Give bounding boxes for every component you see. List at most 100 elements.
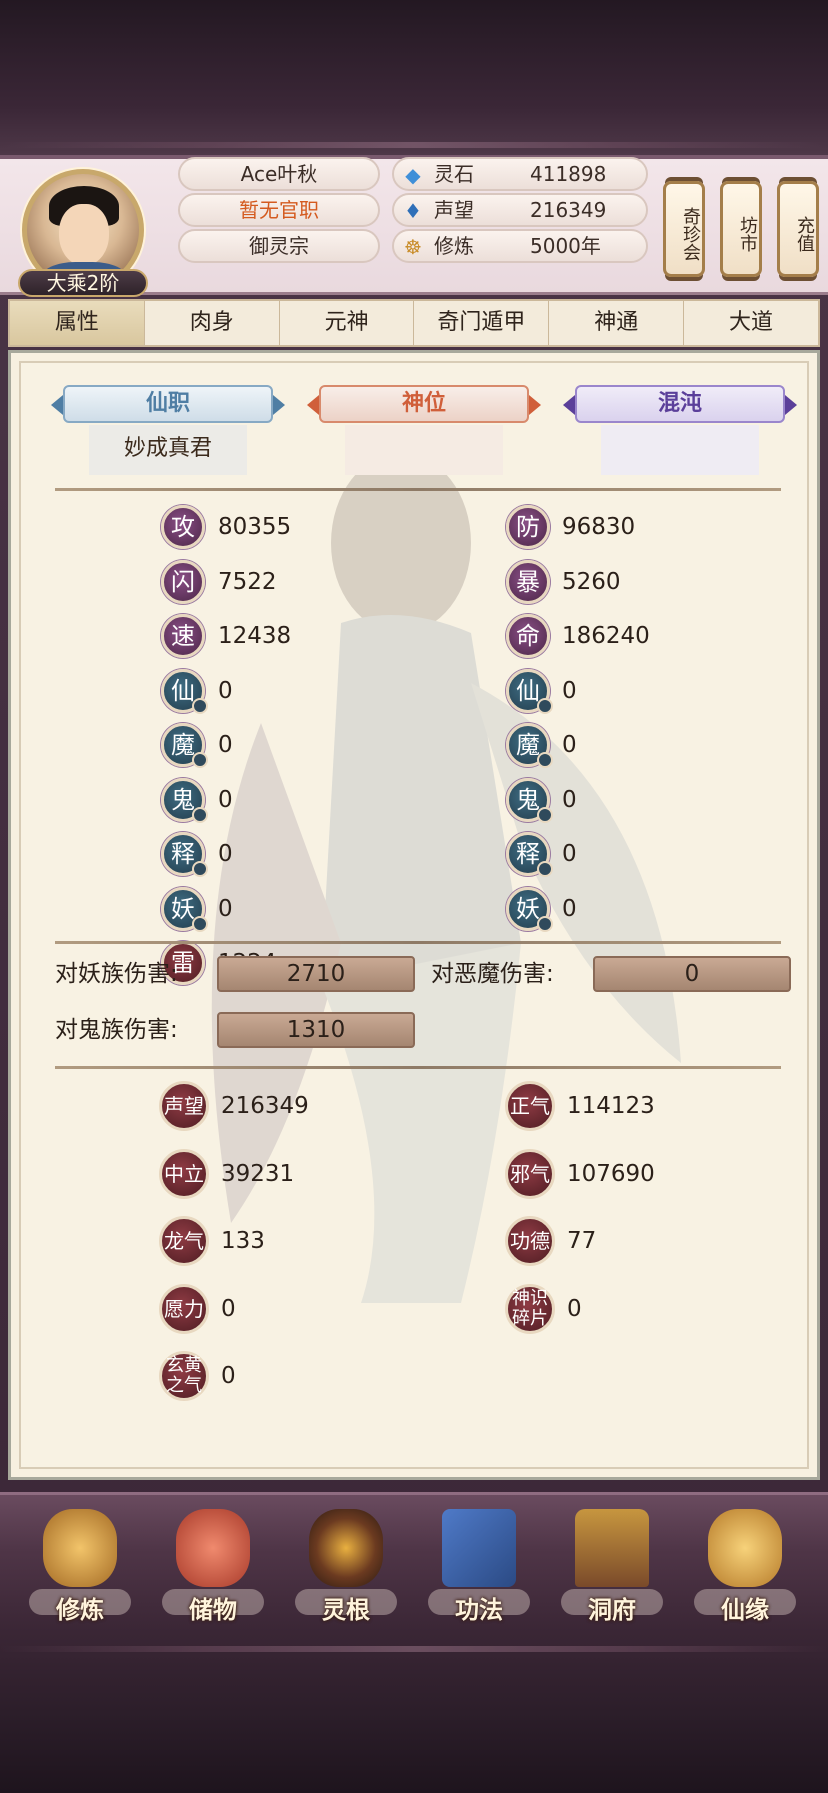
official-title[interactable]: 暂无官职 [178,193,380,227]
tab-qimen[interactable]: 奇门遁甲 [414,301,550,345]
nav-storage[interactable]: 储物 [158,1509,268,1629]
stat-icon[interactable]: 防 [506,505,550,549]
tab-dao[interactable]: 大道 [684,301,818,345]
stat-value: 80355 [218,514,292,540]
stat-icon[interactable]: 暴 [506,559,550,604]
stat-icon[interactable]: 魔 [161,723,208,768]
stat-icon[interactable]: 仙 [506,668,553,714]
section-divider-1 [55,488,781,491]
recharge-button[interactable]: 充值 [777,181,819,277]
damage-vs-gui-label: 对鬼族伤害: [55,1017,178,1043]
spirit-stone-value: 411898 [530,162,607,186]
stat-value: 0 [218,732,233,758]
stat-icon[interactable]: 鬼 [161,777,208,823]
stat-sub-badge-icon [537,752,553,768]
reputation-icon-badge[interactable]: 功德 [505,1216,555,1266]
reputation-value: 0 [221,1363,236,1389]
stat-sub-badge-icon [537,915,553,932]
reputation-icon-badge[interactable]: 声望 [159,1081,209,1131]
stat-value: 0 [218,786,233,813]
stat-icon[interactable]: 释 [161,832,208,877]
stat-sub-badge-icon [192,915,208,932]
treasure-auction-button[interactable]: 奇珍会 [663,181,705,277]
tab-attributes[interactable]: 属性 [10,301,145,345]
stat-icon[interactable]: 妖 [506,886,553,932]
nav-cultivate[interactable]: 修炼 [25,1509,135,1629]
nav-storage-label: 储物 [189,1596,237,1624]
stat-value: 0 [218,677,233,704]
reputation-icon: ♦ [404,199,422,223]
attributes-panel: 仙职 神位 混沌 妙成真君 攻 80355 闪 7522 速 12438 仙 0 魔 0 鬼 0 释 0 妖… [8,350,820,1480]
spirit-stone-pill: ◆ 灵石 411898 [392,157,648,191]
stat-value: 0 [562,841,577,867]
player-name: Ace叶秋 [178,157,380,191]
hundun-banner: 混沌 [563,385,797,423]
stat-value: 0 [562,677,577,704]
nav-techniques[interactable]: 功法 [424,1509,534,1629]
nav-spirit-root-label: 灵根 [322,1596,370,1624]
nav-fate[interactable]: 仙缘 [690,1509,800,1629]
stat-icon[interactable]: 释 [506,832,553,877]
reputation-value: 133 [221,1228,265,1254]
stat-sub-badge-icon [537,806,553,823]
shenwei-slot[interactable] [345,425,503,475]
shenwei-banner: 神位 [307,385,541,423]
spirit-stone-label: 灵石 [434,162,474,186]
stat-sub-badge-icon [537,861,553,877]
reputation-icon-badge[interactable]: 中立 [159,1148,209,1199]
stat-icon[interactable]: 速 [161,614,205,658]
stat-sub-badge-icon [537,697,553,714]
nav-spirit-root[interactable]: 灵根 [291,1509,401,1629]
top-ornament [0,142,828,148]
section-divider-2 [55,941,781,944]
cultivation-value: 5000年 [530,234,601,258]
market-button[interactable]: 坊市 [720,181,762,277]
stat-value: 7522 [218,568,277,595]
stat-value: 5260 [562,568,621,595]
stat-icon[interactable]: 魔 [506,723,553,768]
attributes-panel-inner: 仙职 神位 混沌 妙成真君 攻 80355 闪 7522 速 12438 仙 0 魔 0 鬼 0 释 0 妖… [19,361,809,1469]
spirit-root-icon [309,1509,383,1587]
reputation-icon-badge[interactable]: 龙气 [159,1216,209,1266]
rank-badge: 大乘2阶 [18,269,148,297]
reputation-value: 0 [221,1295,236,1322]
xianzhi-slot[interactable]: 妙成真君 [89,425,247,475]
stat-value: 96830 [562,514,636,540]
bottom-nav: 修炼 储物 灵根 功法 洞府 仙缘 [0,1492,828,1632]
top-backdrop [0,0,828,155]
reputation-icon-badge[interactable]: 愿力 [159,1283,209,1334]
stat-value: 12438 [218,623,292,649]
reputation-icon-badge[interactable]: 玄黄之气 [159,1351,209,1401]
cultivation-icon: ☸ [404,235,422,259]
section-divider-3 [55,1066,781,1069]
bottom-ornament [0,1646,828,1652]
nav-techniques-label: 功法 [455,1596,503,1624]
reputation-value: 107690 [567,1160,655,1187]
hundun-slot[interactable] [601,425,759,475]
reputation-icon-badge[interactable]: 神识碎片 [505,1283,555,1334]
reputation-icon-badge[interactable]: 邪气 [505,1148,555,1199]
stat-icon[interactable]: 闪 [161,559,205,604]
tab-body[interactable]: 肉身 [145,301,280,345]
reputation-value: 77 [567,1228,597,1254]
damage-vs-emo-value: 0 [593,956,791,992]
reputation-pill: ♦ 声望 216349 [392,193,648,227]
reputation-value: 216349 [221,1093,309,1119]
stat-sub-badge-icon [192,697,208,714]
scripture-book-icon [442,1509,516,1587]
stat-sub-badge-icon [192,806,208,823]
stat-icon[interactable]: 命 [506,614,550,658]
tab-soul[interactable]: 元神 [280,301,415,345]
stat-icon[interactable]: 妖 [161,886,208,932]
spirit-stone-icon: ◆ [405,163,421,187]
nav-cave[interactable]: 洞府 [557,1509,667,1629]
reputation-icon-badge[interactable]: 正气 [505,1081,555,1131]
stat-icon[interactable]: 攻 [161,505,205,549]
stat-icon[interactable]: 仙 [161,668,208,714]
stat-icon[interactable]: 鬼 [506,777,553,823]
tab-abilities[interactable]: 神通 [549,301,685,345]
nav-cave-label: 洞府 [588,1596,636,1624]
reputation-value: 0 [567,1295,582,1322]
cultivation-label: 修炼 [434,234,474,258]
stat-value: 0 [562,732,577,758]
